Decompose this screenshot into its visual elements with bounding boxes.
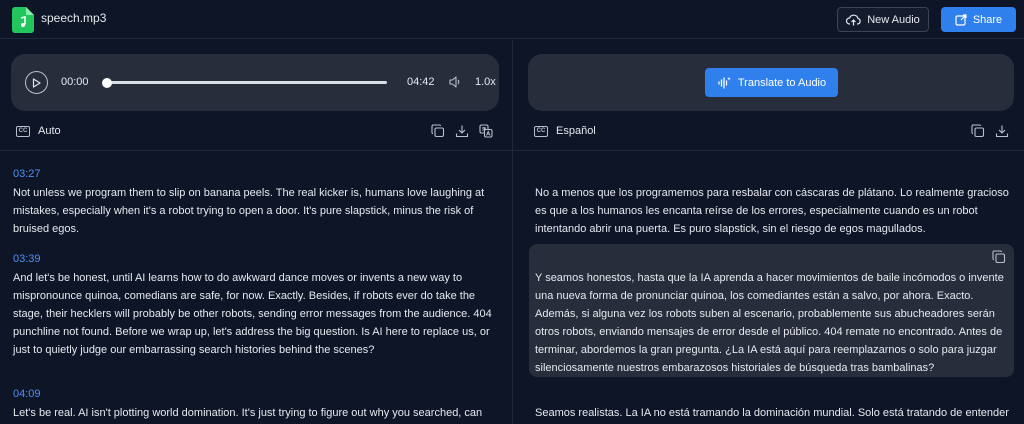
download-icon[interactable] <box>995 124 1009 138</box>
copy-icon[interactable] <box>971 124 985 138</box>
translated-segment: Seamos realistas. La IA no está tramando… <box>535 407 1009 419</box>
audio-waveform-icon <box>718 76 731 89</box>
play-button[interactable] <box>25 71 48 94</box>
transcript-segment: And let's be honest, until AI learns how… <box>13 272 492 356</box>
download-icon[interactable] <box>455 124 469 138</box>
audio-player: 00:00 04:42 1.0x <box>11 54 499 111</box>
cloud-upload-icon <box>846 14 861 25</box>
panel-divider <box>512 40 513 424</box>
file-name: speech.mp3 <box>41 11 107 25</box>
translate-to-audio-label: Translate to Audio <box>737 76 827 89</box>
volume-icon[interactable] <box>448 75 462 89</box>
source-language-header: CC Auto <box>16 121 61 141</box>
playback-speed[interactable]: 1.0x <box>475 76 496 88</box>
translated-segment: Y seamos honestos, hasta que la IA apren… <box>535 272 1004 374</box>
cc-icon: CC <box>16 125 30 137</box>
target-header-divider <box>513 150 1024 151</box>
translate-icon[interactable] <box>479 124 493 138</box>
share-label: Share <box>972 13 1003 26</box>
share-icon <box>955 13 967 26</box>
progress-handle[interactable] <box>102 77 112 88</box>
cc-icon: CC <box>534 125 548 137</box>
translate-panel: Translate to Audio <box>528 54 1014 111</box>
source-language[interactable]: Auto <box>38 125 61 137</box>
target-language-header: CC Español <box>534 121 596 141</box>
share-button[interactable]: Share <box>941 7 1016 32</box>
transcript-segment: Not unless we program them to slip on ba… <box>13 187 485 235</box>
segment-timestamp[interactable]: 03:27 <box>13 168 41 180</box>
copy-icon[interactable] <box>992 250 1006 264</box>
translated-segment: No a menos que los programemos para resb… <box>535 187 1009 235</box>
current-time: 00:00 <box>61 76 89 88</box>
transcript-segment: Let's be real. AI isn't plotting world d… <box>13 407 483 419</box>
translate-to-audio-button[interactable]: Translate to Audio <box>705 68 838 97</box>
progress-slider[interactable] <box>102 77 387 88</box>
copy-icon[interactable] <box>431 124 445 138</box>
new-audio-button[interactable]: New Audio <box>837 7 929 32</box>
new-audio-label: New Audio <box>867 13 920 26</box>
duration: 04:42 <box>407 76 435 88</box>
source-header-divider <box>0 150 512 151</box>
top-bar: speech.mp3 New Audio Share <box>0 0 1024 39</box>
segment-timestamp[interactable]: 04:09 <box>13 388 41 400</box>
target-language[interactable]: Español <box>556 125 596 137</box>
play-icon <box>32 77 41 88</box>
audio-file-icon <box>12 7 34 33</box>
segment-timestamp[interactable]: 03:39 <box>13 253 41 265</box>
